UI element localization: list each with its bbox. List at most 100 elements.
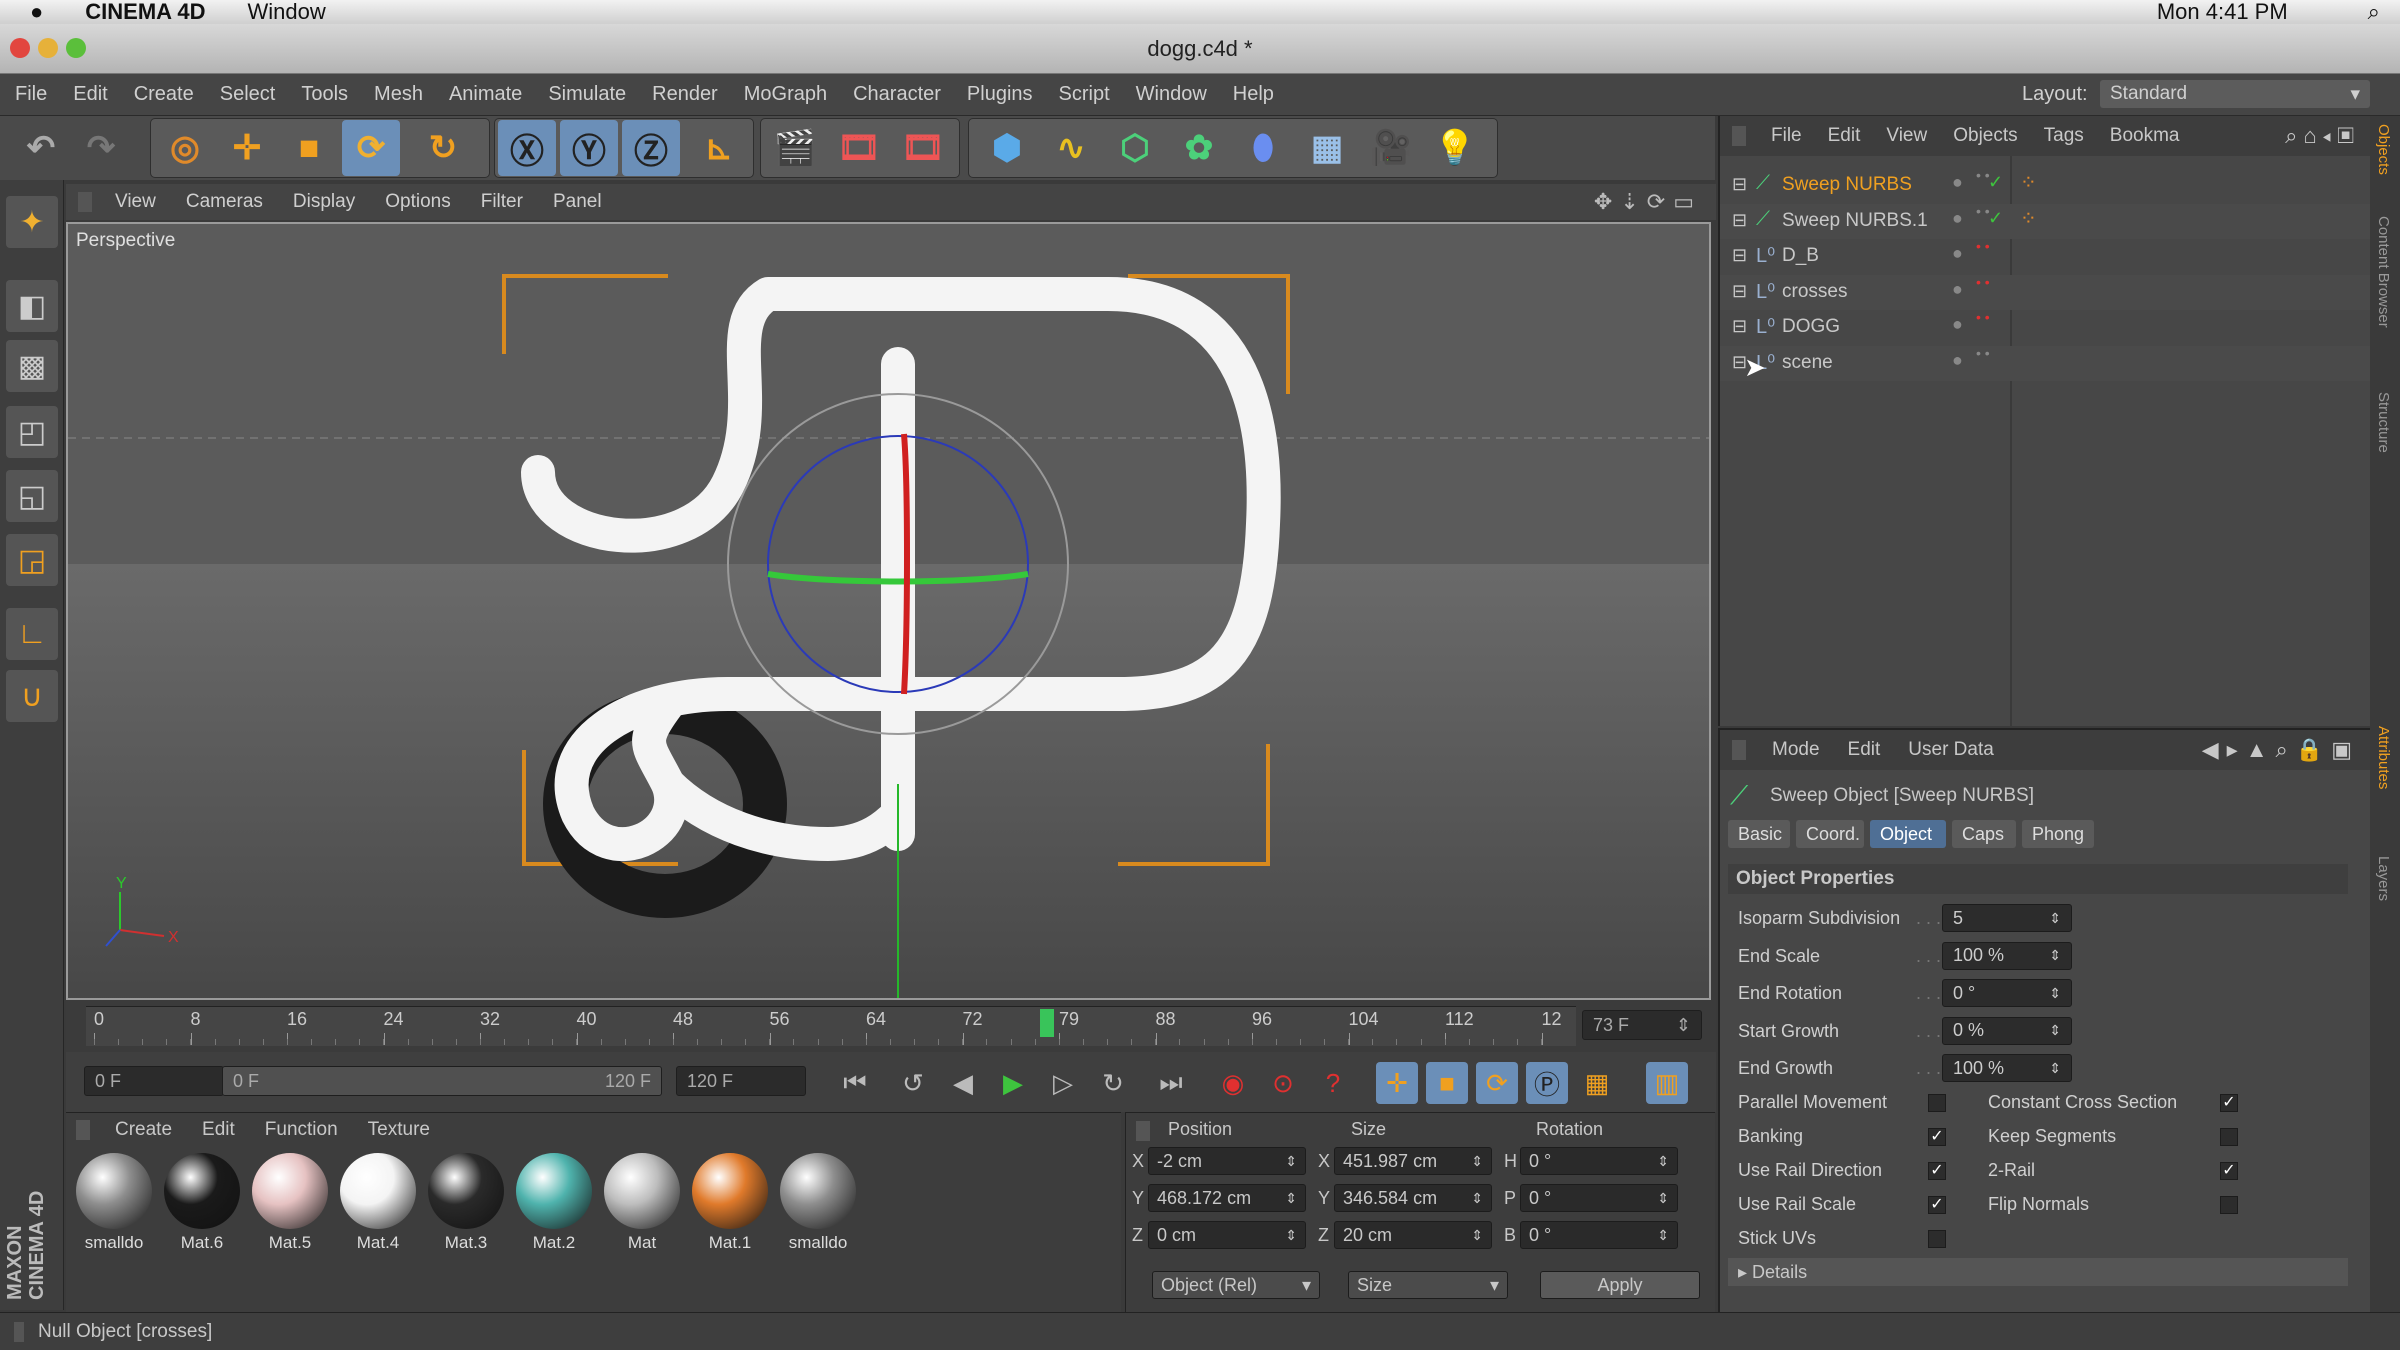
record-keys-icon[interactable]: ◉: [1212, 1062, 1254, 1104]
property-field[interactable]: 100 % ⇕: [1942, 941, 2072, 970]
coord-size-field[interactable]: 20 cm ⇕: [1334, 1221, 1492, 1249]
light-icon[interactable]: 💡: [1426, 120, 1484, 176]
coord-rot-field[interactable]: 0 ° ⇕: [1520, 1147, 1678, 1175]
visibility-dot-icon[interactable]: ●: [1952, 243, 1963, 264]
property-field[interactable]: 0 ° ⇕: [1942, 979, 2072, 1007]
object-name[interactable]: Sweep NURBS.1: [1782, 210, 1928, 232]
material-swatch[interactable]: Mat.2: [512, 1153, 596, 1261]
coordinate-mode-select[interactable]: Object (Rel) ▾: [1152, 1271, 1320, 1299]
object-menu-bookma[interactable]: Bookma: [2097, 125, 2193, 147]
preview-range-slider[interactable]: 0 F 120 F: [222, 1066, 662, 1096]
perspective-viewport[interactable]: Perspective Y X: [66, 222, 1711, 1000]
side-tab-objects[interactable]: Objects: [2375, 124, 2392, 175]
coord-size-field[interactable]: 451.987 cm ⇕: [1334, 1147, 1492, 1175]
playhead[interactable]: [1039, 1009, 1054, 1037]
coord-pos-field[interactable]: 468.172 cm ⇕: [1148, 1184, 1306, 1212]
previous-frame-icon[interactable]: ◀: [942, 1062, 984, 1104]
checkbox[interactable]: [1928, 1230, 1946, 1248]
material-swatch[interactable]: smalldo: [776, 1153, 860, 1261]
move-icon[interactable]: ✛: [218, 120, 276, 176]
property-field[interactable]: 5 ⇕: [1942, 904, 2072, 932]
menu-file[interactable]: File: [2, 83, 60, 106]
object-row[interactable]: ⊟ L⁰ crosses ● • •: [1720, 274, 2372, 310]
viewport-menu-options[interactable]: Options: [370, 191, 465, 213]
timeline-ruler[interactable]: 0 8 16 24 32 40 48 56 64 72 79 88 96 104 112 12 73 F ⇕: [66, 1000, 1716, 1052]
render-picture-viewer-icon[interactable]: 🎞: [830, 120, 888, 176]
coord-rot-field[interactable]: 0 ° ⇕: [1520, 1184, 1678, 1212]
enabled-check-icon[interactable]: ✓: [1988, 208, 2003, 229]
coord-size-field[interactable]: 346.584 cm ⇕: [1334, 1184, 1492, 1212]
menu-script[interactable]: Script: [1046, 83, 1123, 106]
menu-select[interactable]: Select: [207, 83, 289, 106]
key-scale-icon[interactable]: ■: [1426, 1062, 1468, 1104]
checkbox[interactable]: [2220, 1196, 2238, 1214]
mac-window-menu[interactable]: Window: [248, 0, 326, 25]
deformer-icon[interactable]: ⬮: [1234, 120, 1292, 176]
rotate-gizmo-red[interactable]: [901, 433, 910, 695]
array-icon[interactable]: ✿: [1170, 120, 1228, 176]
object-name[interactable]: D_B: [1782, 245, 1819, 267]
object-name[interactable]: DOGG: [1782, 316, 1840, 338]
checkbox[interactable]: ✓: [1928, 1128, 1946, 1146]
mac-clock[interactable]: Mon 4:41 PM: [2157, 0, 2288, 25]
texture-mode-icon[interactable]: ▩: [6, 340, 58, 392]
menu-plugins[interactable]: Plugins: [954, 83, 1046, 106]
repeat-icon[interactable]: ↻: [1092, 1062, 1134, 1104]
visibility-dot-icon[interactable]: ●: [1952, 279, 1963, 300]
expand-toggle-icon[interactable]: ⊟: [1732, 210, 1747, 231]
end-frame-field[interactable]: 120 F: [676, 1066, 806, 1096]
attribute-menu-user-data[interactable]: User Data: [1894, 739, 2008, 761]
menu-character[interactable]: Character: [840, 83, 954, 106]
material-swatch[interactable]: Mat.4: [336, 1153, 420, 1261]
size-mode-select[interactable]: Size ▾: [1348, 1271, 1508, 1299]
expand-toggle-icon[interactable]: ⊟: [1732, 174, 1747, 195]
material-swatch[interactable]: Mat: [600, 1153, 684, 1261]
material-swatch[interactable]: smalldo: [72, 1153, 156, 1261]
render-view-icon[interactable]: 🎬: [766, 120, 824, 176]
object-menu-view[interactable]: View: [1873, 125, 1940, 147]
viewport-menu-filter[interactable]: Filter: [466, 191, 538, 213]
object-row[interactable]: ⊟ L⁰ scene ● • •: [1720, 345, 2372, 381]
next-frame-icon[interactable]: ▷: [1042, 1062, 1084, 1104]
apple-icon[interactable]: ●: [30, 0, 43, 25]
snap-magnet-icon[interactable]: ∪: [6, 670, 58, 722]
coord-pos-field[interactable]: 0 cm ⇕: [1148, 1221, 1306, 1249]
floor-icon[interactable]: ▦: [1298, 120, 1356, 176]
coord-rot-field[interactable]: 0 ° ⇕: [1520, 1221, 1678, 1249]
spline-icon[interactable]: ∿: [1042, 120, 1100, 176]
material-menu-edit[interactable]: Edit: [187, 1119, 250, 1141]
material-swatch[interactable]: Mat.3: [424, 1153, 508, 1261]
layout-select[interactable]: Standard ▾: [2100, 80, 2370, 108]
live-selection-icon[interactable]: ◎: [156, 120, 214, 176]
recent-tool-icon[interactable]: ↻: [414, 120, 472, 176]
expand-toggle-icon[interactable]: ⊟: [1732, 281, 1747, 302]
material-menu-create[interactable]: Create: [100, 1119, 187, 1141]
menu-create[interactable]: Create: [121, 83, 207, 106]
key-rotation-icon[interactable]: ⟳: [1476, 1062, 1518, 1104]
menu-simulate[interactable]: Simulate: [535, 83, 639, 106]
points-mode-icon[interactable]: ◰: [6, 406, 58, 458]
camera-icon[interactable]: 🎥: [1362, 120, 1420, 176]
object-menu-edit[interactable]: Edit: [1815, 125, 1874, 147]
tab-caps[interactable]: Caps: [1952, 820, 2016, 848]
object-menu-tags[interactable]: Tags: [2031, 125, 2097, 147]
material-swatch[interactable]: Mat.6: [160, 1153, 244, 1261]
material-swatch[interactable]: Mat.1: [688, 1153, 772, 1261]
loop-icon[interactable]: ↺: [892, 1062, 934, 1104]
attribute-menu-mode[interactable]: Mode: [1758, 739, 1834, 761]
render-dot-icon[interactable]: • •: [1976, 275, 1990, 289]
scheme-icon[interactable]: ▥: [1646, 1062, 1688, 1104]
render-settings-icon[interactable]: 🎞: [894, 120, 952, 176]
mac-app-name[interactable]: CINEMA 4D: [85, 0, 205, 25]
play-icon[interactable]: ▶: [992, 1062, 1034, 1104]
ruler-track[interactable]: 0 8 16 24 32 40 48 56 64 72 79 88 96 104 112 12: [86, 1006, 1576, 1046]
cube-primitive-icon[interactable]: ⬢: [978, 120, 1036, 176]
checkbox[interactable]: ✓: [1928, 1162, 1946, 1180]
checkbox[interactable]: ✓: [2220, 1162, 2238, 1180]
object-row[interactable]: ⊟ L⁰ D_B ● • •: [1720, 239, 2372, 274]
attribute-nav-icons[interactable]: ◀▸▲⌕🔒▣: [2202, 737, 2360, 763]
visibility-dot-icon[interactable]: ●: [1952, 350, 1963, 371]
tab-basic[interactable]: Basic: [1728, 820, 1790, 848]
object-row[interactable]: ⊟ ⟋ Sweep NURBS.1 ● • • ✓ ⁘: [1720, 203, 2372, 239]
key-pla-icon[interactable]: ▦: [1576, 1062, 1618, 1104]
